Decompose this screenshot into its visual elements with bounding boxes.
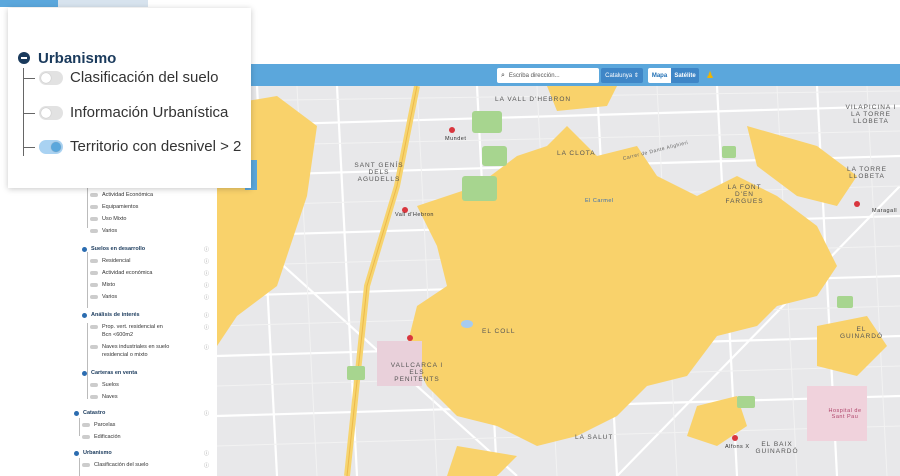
tree-tick	[23, 147, 35, 148]
map-label-font-fargues: LA FONT D'EN FARGUES	[725, 184, 764, 205]
layer-actividad-economica-2[interactable]: Actividad económica	[102, 270, 152, 276]
collapse-minus-icon[interactable]	[18, 52, 30, 64]
label-informacion-urbanistica: Información Urbanística	[70, 104, 229, 121]
map-label-alfons-x: Alfons X	[725, 444, 750, 450]
layer-varios[interactable]: Varios	[102, 228, 117, 234]
layer-suelos[interactable]: Suelos	[102, 382, 119, 388]
address-search-input[interactable]: ⌕ Escriba dirección...	[497, 68, 599, 83]
toggle-informacion-urbanistica[interactable]	[39, 106, 63, 120]
layer-mixto[interactable]: Mixto	[102, 282, 115, 288]
group-urbanismo[interactable]: Urbanismo	[83, 450, 112, 456]
map-label-torre-llobeta: LA TORRE LLOBETA	[847, 166, 887, 180]
toggle-clasificacion-suelo[interactable]	[39, 71, 63, 85]
layer-prop-vert[interactable]: Prop. vert. residencial en	[102, 324, 163, 330]
map-label-el-carmel: El Carmel	[585, 198, 614, 204]
urbanismo-zoom-card: Urbanismo Clasificación del suelo Inform…	[8, 8, 251, 188]
map-label-guinardo: EL GUINARDÓ	[839, 326, 884, 340]
group-carteras-venta[interactable]: Carteras en venta	[91, 370, 137, 376]
info-icon[interactable]: ⓘ	[204, 312, 209, 319]
map-label-vallcarca: VALLCARCA I ELS PENITENTS	[390, 362, 444, 383]
map-label-la-clota: LA CLOTA	[557, 150, 596, 157]
street-view-pegman-icon[interactable]: ♟	[704, 68, 716, 83]
info-icon[interactable]: ⓘ	[204, 462, 209, 469]
satellite-view-button[interactable]: Satélite	[671, 68, 699, 83]
label-territorio-desnivel: Territorio con desnivel > 2	[70, 138, 242, 155]
info-icon[interactable]: ⓘ	[204, 410, 209, 417]
layer-residencial[interactable]: Residencial	[102, 258, 130, 264]
info-icon[interactable]: ⓘ	[204, 246, 209, 253]
info-icon[interactable]: ⓘ	[204, 344, 209, 351]
map-label-mundet: Mundet	[445, 136, 467, 142]
layer-varios-2[interactable]: Varios	[102, 294, 117, 300]
search-icon: ⌕	[501, 71, 505, 79]
toggle-territorio-desnivel[interactable]	[39, 140, 63, 154]
map-label-hospital: Hospital de Sant Pau	[828, 408, 862, 420]
info-icon[interactable]: ⓘ	[204, 294, 209, 301]
urbanismo-title: Urbanismo	[38, 50, 117, 67]
map-label-baix-guinardo: EL BAIX GUINARDÓ	[755, 441, 799, 455]
screenshot-stage: LA VALL D'HEBRON SANT GENÍS DELS AGUDELL…	[0, 0, 900, 476]
layer-uso-mixto[interactable]: Uso Mixto	[102, 216, 126, 222]
layer-naves-industriales[interactable]: Naves industriales en suelo	[102, 344, 169, 350]
info-icon[interactable]: ⓘ	[204, 270, 209, 277]
chevron-updown-icon: ⇕	[633, 73, 639, 79]
layer-clasificacion-suelo[interactable]: Clasificación del suelo	[94, 462, 148, 468]
group-catastro[interactable]: Catastro	[83, 410, 105, 416]
info-icon[interactable]: ⓘ	[204, 450, 209, 457]
map-label-la-salut: LA SALUT	[575, 434, 614, 441]
map-label-el-coll: EL COLL	[482, 328, 516, 335]
info-icon[interactable]: ⓘ	[204, 258, 209, 265]
layer-parcelas[interactable]: Parcelas	[94, 422, 115, 428]
map-view-button[interactable]: Mapa	[648, 68, 671, 83]
layer-naves[interactable]: Naves	[102, 394, 118, 400]
search-placeholder: Escriba dirección...	[508, 72, 560, 79]
group-analisis-interes[interactable]: Análisis de interés	[91, 312, 140, 318]
map-canvas[interactable]: LA VALL D'HEBRON SANT GENÍS DELS AGUDELL…	[217, 86, 900, 476]
layer-equipamientos[interactable]: Equipamientos	[102, 204, 138, 210]
region-select[interactable]: Catalunya ⇕	[601, 68, 643, 83]
map-label-vall-hebron: LA VALL D'HEBRON	[495, 96, 572, 103]
map-label-maragall: Maragall	[872, 208, 898, 214]
tree-tick	[23, 78, 35, 79]
top-faded-header	[58, 0, 148, 7]
tree-line	[23, 68, 24, 156]
layer-naves-industriales-2: residencial o mixto	[102, 352, 148, 358]
layer-edificacion[interactable]: Edificación	[94, 434, 121, 440]
group-suelos-desarrollo[interactable]: Suelos en desarrollo	[91, 246, 145, 252]
top-accent-bar	[0, 0, 58, 7]
map-label-vall-hebron-metro: Vall d'Hebron	[395, 212, 434, 218]
info-icon[interactable]: ⓘ	[204, 282, 209, 289]
map-graphics	[217, 86, 900, 476]
region-select-label: Catalunya	[605, 72, 633, 79]
info-icon[interactable]: ⓘ	[204, 324, 209, 331]
layer-prop-vert-2: Bcn <600m2	[102, 332, 134, 338]
layer-actividad-economica[interactable]: Actividad Económica	[102, 192, 153, 198]
tree-tick	[23, 113, 35, 114]
map-label-sant-genis: SANT GENÍS DELS AGUDELLS	[354, 162, 404, 183]
map-label-vilapicina: VILAPICINA I LA TORRE LLOBETA	[845, 104, 897, 125]
label-clasificacion-suelo: Clasificación del suelo	[70, 69, 219, 86]
